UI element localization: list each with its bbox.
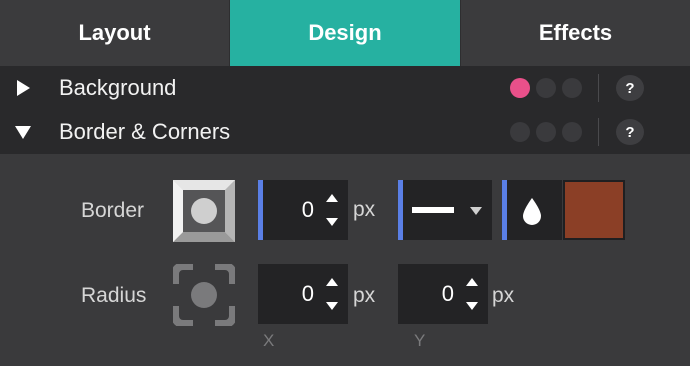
radius-x-unit: px	[353, 284, 376, 307]
stepper-up-icon[interactable]	[326, 194, 338, 202]
droplet-icon	[523, 198, 541, 225]
active-state-dot	[510, 78, 530, 98]
stepper-down-icon[interactable]	[326, 218, 338, 226]
stepper-down-icon[interactable]	[326, 302, 338, 310]
state-indicators	[510, 78, 582, 98]
radius-y-input[interactable]: 0	[398, 264, 488, 324]
border-width-stepper[interactable]	[326, 194, 340, 226]
radius-x-value: 0	[301, 281, 314, 306]
state-dot	[536, 78, 556, 98]
stepper-up-icon[interactable]	[466, 278, 478, 286]
border-width-value: 0	[301, 197, 314, 222]
radius-y-value: 0	[441, 281, 454, 306]
border-style-dropdown[interactable]	[398, 180, 492, 240]
radius-label: Radius	[81, 284, 147, 307]
tab-design[interactable]: Design	[230, 0, 460, 66]
chevron-down-icon	[15, 126, 31, 139]
stepper-down-icon[interactable]	[466, 302, 478, 310]
border-sides-icon[interactable]	[173, 180, 235, 242]
state-dot	[562, 78, 582, 98]
border-color-swatch[interactable]	[563, 180, 625, 240]
stepper-up-icon[interactable]	[326, 278, 338, 286]
corner-radius-icon[interactable]	[171, 262, 237, 328]
help-button[interactable]: ?	[616, 75, 644, 101]
radius-x-label: X	[263, 331, 275, 350]
help-button[interactable]: ?	[616, 119, 644, 145]
border-corners-panel: Border 0 px Radius 0 px X 0 px Y	[0, 154, 690, 366]
tab-layout[interactable]: Layout	[0, 0, 230, 66]
border-color-picker-button[interactable]	[502, 180, 562, 240]
radius-y-label: Y	[414, 331, 426, 350]
section-background-header[interactable]: Background ?	[0, 66, 690, 110]
state-dot	[510, 122, 530, 142]
border-label: Border	[81, 199, 145, 222]
state-dot	[562, 122, 582, 142]
tab-bar: Layout Design Effects	[0, 0, 690, 66]
section-border-corners-header[interactable]: Border & Corners ?	[0, 110, 690, 154]
chevron-right-icon	[17, 80, 30, 96]
state-indicators	[510, 122, 582, 142]
solid-line-icon	[412, 207, 454, 213]
radius-y-stepper[interactable]	[466, 278, 480, 310]
field-accent	[398, 180, 403, 240]
tab-effects[interactable]: Effects	[460, 0, 690, 66]
border-width-unit: px	[353, 198, 376, 221]
border-width-input[interactable]: 0	[258, 180, 348, 240]
caret-down-icon	[470, 207, 482, 215]
radius-y-unit: px	[492, 284, 515, 307]
field-accent	[258, 180, 263, 240]
radius-x-stepper[interactable]	[326, 278, 340, 310]
field-accent	[502, 180, 507, 240]
divider	[598, 74, 599, 102]
section-title-background: Background	[59, 75, 177, 100]
radius-x-input[interactable]: 0	[258, 264, 348, 324]
state-dot	[536, 122, 556, 142]
section-title-border-corners: Border & Corners	[59, 119, 231, 144]
divider	[598, 118, 599, 146]
